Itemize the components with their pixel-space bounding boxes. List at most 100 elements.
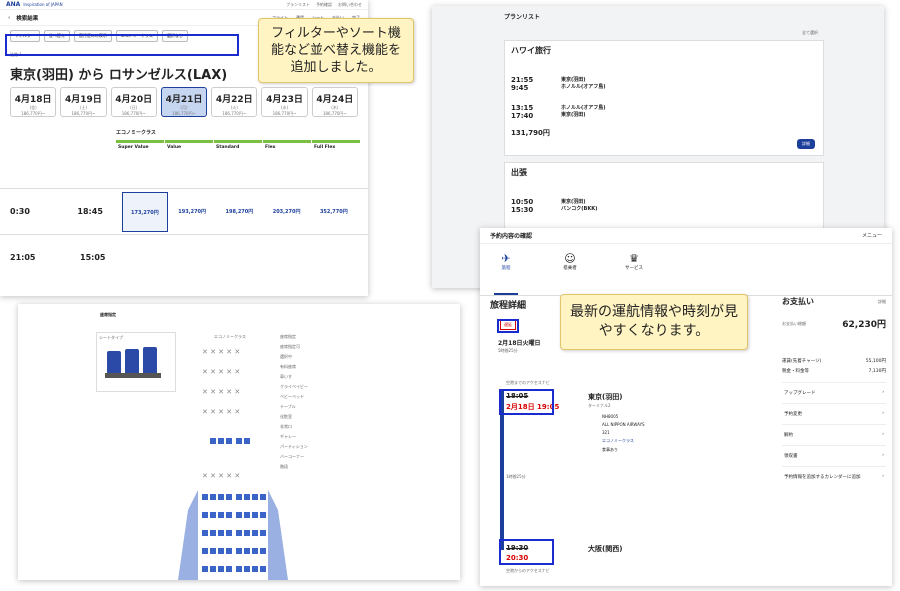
select-all[interactable]: 全て選択 xyxy=(802,30,818,36)
dep-time: 21:05 xyxy=(10,253,36,262)
top-bar: ANA Inspiration of JAPAN プランリスト 予約確認 お問い… xyxy=(0,0,368,10)
flight-date: 2月18日火曜日 xyxy=(498,340,541,347)
chevron-right-icon: › xyxy=(882,432,884,437)
chevron-right-icon: › xyxy=(882,453,884,458)
fare-amount: 55,100円 xyxy=(865,359,886,364)
seat-type-card: シートタイプ xyxy=(96,332,176,392)
plan-name: ハワイ旅行 xyxy=(511,46,551,55)
highlight-box xyxy=(499,389,554,415)
legend-item: バーコーナー xyxy=(280,454,304,459)
section-title: 旅程詳細 xyxy=(490,301,527,311)
plan-card[interactable]: ハワイ旅行 21:55 9:45 東京(羽田) ホノルル(オアフ島) 13:15 17… xyxy=(504,40,824,156)
date-label: 4月20日 xyxy=(115,95,153,105)
date-label: 4月23日 xyxy=(266,95,303,105)
date-label: 4月22日 xyxy=(215,95,253,105)
flight-row[interactable]: 21:05 15:05 xyxy=(0,234,368,280)
legend-item: 階段 xyxy=(280,464,288,469)
flight-info: NH8005 ALL NIPPON AIRWAYS 321 エコノミークラス 食… xyxy=(602,414,645,453)
receipt-link[interactable]: 領収書 › xyxy=(782,445,886,466)
dep-time: 10:50 xyxy=(511,198,534,206)
fare-label: 運賃(先着チャージ) xyxy=(782,359,822,364)
dep-time: 13:15 xyxy=(511,104,534,112)
highlight-box xyxy=(499,539,554,565)
header-link[interactable]: 予約確認 xyxy=(316,2,332,8)
date-tab[interactable]: 4月24日 (木) 186,770円~ xyxy=(311,87,358,117)
flight-number: NH8005 xyxy=(602,414,619,419)
chevron-right-icon: › xyxy=(882,390,884,395)
date-tab-selected[interactable]: 4月21日 (月) 186,770円~ xyxy=(160,87,208,117)
to-airport: 東京(羽田) xyxy=(561,112,586,118)
svg-text:✕ ✕ ✕ ✕ ✕: ✕ ✕ ✕ ✕ ✕ xyxy=(202,408,240,416)
highlight-box xyxy=(5,34,239,56)
seat-legend: 座席指定 座席指定可 選択中 有料座席 車いす クライベイビー ベビーベッド テ… xyxy=(280,334,308,470)
menu-button[interactable]: メニュー xyxy=(862,232,882,239)
tab-service[interactable]: ♛ サービス xyxy=(622,252,646,295)
cancel-link[interactable]: 解約 › xyxy=(782,424,886,445)
tab-label: 旅程 xyxy=(501,266,511,271)
header-link[interactable]: お問い合わせ xyxy=(338,2,362,8)
detail-link[interactable]: 詳細 xyxy=(878,299,886,305)
to-airport: ホノルル(オアフ島) xyxy=(561,84,606,90)
chevron-right-icon: › xyxy=(882,411,884,416)
arr-time: 9:45 xyxy=(511,84,529,92)
calendar-link[interactable]: 予約情報を追加するカレンダーに追加 › xyxy=(782,466,886,487)
date-tab[interactable]: 4月23日 (水) 186,770円~ xyxy=(261,87,308,117)
highlight-box xyxy=(497,319,519,333)
date-price: 186,770円~ xyxy=(21,111,46,116)
legend-item: 非常口 xyxy=(280,424,292,429)
svg-text:✕ ✕ ✕ ✕ ✕: ✕ ✕ ✕ ✕ ✕ xyxy=(202,368,240,376)
svg-text:✕ ✕ ✕ ✕ ✕: ✕ ✕ ✕ ✕ ✕ xyxy=(202,388,240,396)
fare-type: Value xyxy=(165,140,213,152)
date-price: 186,770円~ xyxy=(121,111,146,116)
svg-text:✕ ✕ ✕ ✕ ✕: ✕ ✕ ✕ ✕ ✕ xyxy=(202,348,240,356)
arr-time: 17:40 xyxy=(511,112,534,120)
legend-item: ギャレー xyxy=(280,434,296,439)
flight-duration: 1時間25分 xyxy=(506,474,526,479)
access-link[interactable]: 空港までのアクセスナビ xyxy=(506,380,550,386)
date-tab[interactable]: 4月18日 (金) 186,770円~ xyxy=(10,87,57,117)
seat-grid[interactable]: ✕ ✕ ✕ ✕ ✕ ✕ ✕ ✕ ✕ ✕ ✕ ✕ ✕ ✕ ✕ ✕ ✕ ✕ ✕ ✕ … xyxy=(168,340,298,580)
callout-flight-info: 最新の運航情報や時刻が見やすくなります。 xyxy=(560,294,748,350)
tax-amount: 7,130円 xyxy=(868,369,886,374)
fare-price[interactable]: 198,270円 xyxy=(216,208,262,215)
upgrade-link[interactable]: アップグレード › xyxy=(782,382,886,403)
date-selector: 4月18日 (金) 186,770円~ 4月19日 (土) 186,770円~ 4月20… xyxy=(0,87,368,117)
access-link[interactable]: 空港からのアクセスナビ xyxy=(506,568,550,574)
fare-price-selected[interactable]: 173,270円 xyxy=(121,191,169,232)
chevron-right-icon: › xyxy=(882,474,884,479)
service-icon: ♛ xyxy=(629,252,639,265)
date-tab[interactable]: 4月22日 (火) 186,770円~ xyxy=(211,87,258,117)
date-price: 186,770円~ xyxy=(322,111,347,116)
legend-item: テーブル xyxy=(280,404,296,409)
fare-type: Full Flex xyxy=(312,140,360,152)
fare-price[interactable]: 203,270円 xyxy=(264,208,310,215)
to-airport: バンコク(BKK) xyxy=(561,206,598,212)
tax-label: 税金・料金等 xyxy=(782,369,809,374)
date-tab[interactable]: 4月20日 (日) 186,770円~ xyxy=(110,87,157,117)
tab-itinerary[interactable]: ✈ 旅程 xyxy=(494,252,518,295)
plan-title: プランリスト xyxy=(504,14,541,21)
tab-label: 搭乗者 xyxy=(563,266,577,271)
detail-button[interactable]: 詳細 xyxy=(797,139,815,149)
seat-type-label: シートタイプ xyxy=(99,335,123,340)
legend-item: 車いす xyxy=(280,374,292,379)
date-tab[interactable]: 4月19日 (土) 186,770円~ xyxy=(60,87,107,117)
fare-price[interactable]: 352,770円 xyxy=(311,208,357,215)
change-link[interactable]: 予約変更 › xyxy=(782,403,886,424)
booking-header: 予約内容の確認 メニュー xyxy=(480,228,892,244)
person-icon: ☺ xyxy=(564,252,576,265)
tab-passenger[interactable]: ☺ 搭乗者 xyxy=(558,252,582,295)
fare-header: Super Value Value Standard Flex Full Fle… xyxy=(116,140,368,152)
fare-type: Flex xyxy=(263,140,311,152)
back-icon[interactable]: ‹ xyxy=(8,15,10,21)
fare-price[interactable]: 193,270円 xyxy=(169,208,215,215)
arr-airport: 大阪(関西) xyxy=(588,545,623,553)
class: エコノミークラス xyxy=(602,438,634,443)
header-link[interactable]: プランリスト xyxy=(286,2,310,8)
dep-airport: 東京(羽田) xyxy=(588,393,623,401)
flight-row[interactable]: 0:30 18:45 173,270円 193,270円 198,270円 20… xyxy=(0,188,368,234)
payment-title: お支払い xyxy=(782,297,814,306)
date-price: 186,770円~ xyxy=(172,111,196,116)
ana-logo[interactable]: ANA xyxy=(6,1,20,8)
total-label: お支払い総額 xyxy=(782,320,806,326)
